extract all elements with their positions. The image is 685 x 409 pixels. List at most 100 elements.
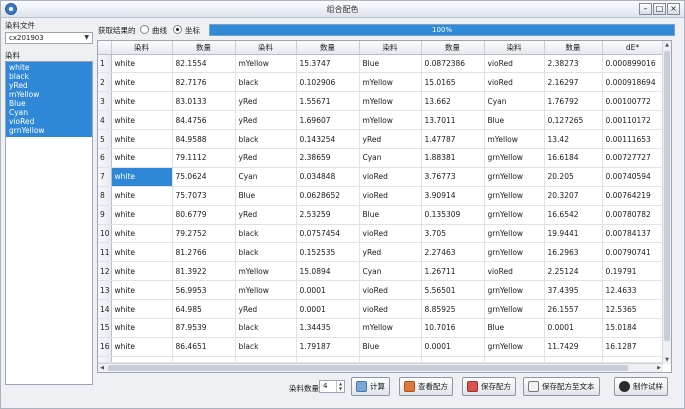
table-cell[interactable]: Blue <box>359 337 422 357</box>
table-cell[interactable]: 0.0001 <box>296 299 360 319</box>
table-cell[interactable]: yRed <box>235 299 297 319</box>
table-cell[interactable]: 1.76792 <box>544 91 603 112</box>
dye-list-item[interactable]: mYellow <box>9 90 92 99</box>
row-header[interactable]: 1 <box>98 54 112 74</box>
column-header[interactable]: 数量 <box>421 41 485 55</box>
table-cell[interactable]: white <box>111 242 173 263</box>
table-cell[interactable]: Blue <box>484 110 545 131</box>
table-cell[interactable]: grnYellow <box>484 167 545 187</box>
table-cell[interactable]: 1.88381 <box>421 148 485 168</box>
table-cell[interactable]: mYellow <box>484 129 545 149</box>
table-cell[interactable]: 3.76773 <box>421 167 485 187</box>
table-cell[interactable]: grnYellow <box>484 280 545 301</box>
table-cell[interactable]: white <box>111 261 173 282</box>
table-cell[interactable]: 0.135309 <box>421 205 485 225</box>
scroll-down-icon[interactable]: ▼ <box>663 356 671 364</box>
table-cell[interactable]: white <box>111 205 173 225</box>
row-header[interactable]: 2 <box>98 72 112 93</box>
table-row[interactable]: 3 white 83.0133 yRed 1.55671 mYellow 13.662 Cya… <box>98 91 664 112</box>
table-cell[interactable]: 0.0628652 <box>296 186 360 206</box>
table-cell[interactable]: 12.5365 <box>602 299 664 319</box>
dye-list-item[interactable]: Cyan <box>9 108 92 117</box>
table-cell[interactable]: grnYellow <box>484 299 545 319</box>
table-cell[interactable]: grnYellow <box>484 186 545 206</box>
dye-count-spinbox[interactable]: 4 ▲ ▼ <box>319 380 345 393</box>
table-cell[interactable]: vioRed <box>359 299 422 319</box>
radio-coordinate[interactable] <box>173 25 182 34</box>
table-cell[interactable]: 0.19791 <box>602 261 664 282</box>
table-cell[interactable]: 10.7016 <box>421 318 485 338</box>
table-cell[interactable]: 2.25124 <box>544 261 603 282</box>
table-cell[interactable]: 1.69607 <box>296 110 360 131</box>
dye-file-select[interactable]: cx201903 ▼ <box>5 32 93 44</box>
table-cell[interactable]: Cyan <box>484 91 545 112</box>
scroll-left-icon[interactable]: ◀ <box>98 364 106 372</box>
table-cell[interactable]: 81.2766 <box>172 242 236 263</box>
table-cell[interactable]: Cyan <box>359 148 422 168</box>
table-cell[interactable]: yRed <box>235 148 297 168</box>
table-cell[interactable]: 0.0001 <box>544 318 603 338</box>
table-cell[interactable]: 8.85925 <box>421 299 485 319</box>
table-cell[interactable]: 26.1557 <box>544 299 603 319</box>
table-cell[interactable]: 3.705 <box>421 224 485 244</box>
table-cell[interactable]: white <box>111 110 173 131</box>
table-cell[interactable]: 16.1287 <box>602 337 664 357</box>
table-cell[interactable]: 75.0624 <box>172 167 236 187</box>
table-cell[interactable]: 75.7073 <box>172 186 236 206</box>
table-cell[interactable]: yRed <box>359 129 422 149</box>
table-cell[interactable]: yRed <box>359 242 422 263</box>
table-cell[interactable]: 15.3747 <box>296 54 360 74</box>
table-cell[interactable]: 0.127265 <box>544 110 603 131</box>
table-cell[interactable]: 1.55671 <box>296 91 360 112</box>
scroll-right-icon[interactable]: ▶ <box>655 364 663 372</box>
table-cell[interactable]: white <box>111 54 173 74</box>
dye-list[interactable]: white black yRed mYellow Blue Cyan vioRed grnYe… <box>5 61 93 385</box>
table-cell[interactable]: white <box>111 318 173 338</box>
save-formula-to-text-button[interactable]: 保存配方至文本 <box>523 377 600 396</box>
table-row[interactable]: 14 white 64.985 yRed 0.0001 vioRed 8.85925 grnY… <box>98 299 664 319</box>
table-cell[interactable]: 83.0133 <box>172 91 236 112</box>
table-cell[interactable]: 11.7429 <box>544 337 603 357</box>
view-formula-button[interactable]: 查看配方 <box>399 377 453 396</box>
table-cell[interactable]: white <box>111 148 173 168</box>
table-cell[interactable]: grnYellow <box>484 148 545 168</box>
horizontal-scroll-thumb[interactable] <box>108 365 628 371</box>
table-cell[interactable]: mYellow <box>235 280 297 301</box>
table-cell[interactable]: black <box>235 224 297 244</box>
scroll-up-icon[interactable]: ▲ <box>663 41 671 49</box>
table-cell[interactable]: 79.1112 <box>172 148 236 168</box>
dye-list-item[interactable]: grnYellow <box>9 126 92 135</box>
table-cell[interactable]: mYellow <box>359 318 422 338</box>
table-cell[interactable]: black <box>235 242 297 263</box>
table-cell[interactable]: white <box>111 299 173 319</box>
table-cell[interactable]: grnYellow <box>484 205 545 225</box>
table-cell[interactable]: 20.3207 <box>544 186 603 206</box>
table-cell[interactable]: 0.00784137 <box>602 224 664 244</box>
table-cell[interactable]: Cyan <box>359 261 422 282</box>
table-cell[interactable]: Blue <box>359 54 422 74</box>
table-cell[interactable]: 13.662 <box>421 91 485 112</box>
row-header[interactable]: 11 <box>98 242 112 263</box>
table-cell[interactable]: 0.00780782 <box>602 205 664 225</box>
row-header[interactable]: 4 <box>98 110 112 131</box>
column-header[interactable]: 数量 <box>172 41 236 55</box>
table-cell[interactable]: white <box>111 167 173 187</box>
horizontal-scrollbar[interactable]: ◀ ▶ <box>98 363 663 372</box>
table-cell[interactable]: 0.0872386 <box>421 54 485 74</box>
table-cell[interactable]: 56.9953 <box>172 280 236 301</box>
table-cell[interactable]: black <box>235 72 297 93</box>
table-cell[interactable]: 82.1554 <box>172 54 236 74</box>
table-cell[interactable]: grnYellow <box>484 224 545 244</box>
table-cell[interactable]: Cyan <box>235 167 297 187</box>
table-row[interactable]: 13 white 56.9953 mYellow 0.0001 vioRed 5.56501… <box>98 280 664 301</box>
table-row[interactable]: 10 white 79.2752 black 0.0757454 vioRed 3.705 g… <box>98 224 664 244</box>
table-cell[interactable]: 0.00764219 <box>602 186 664 206</box>
table-cell[interactable]: 0.00740594 <box>602 167 664 187</box>
table-cell[interactable]: 0.102906 <box>296 72 360 93</box>
row-header[interactable]: 3 <box>98 91 112 112</box>
column-header[interactable]: 数量 <box>296 41 360 55</box>
table-cell[interactable]: white <box>111 280 173 301</box>
table-cell[interactable]: mYellow <box>359 110 422 131</box>
row-header[interactable]: 7 <box>98 167 112 187</box>
table-cell[interactable]: 20.205 <box>544 167 603 187</box>
